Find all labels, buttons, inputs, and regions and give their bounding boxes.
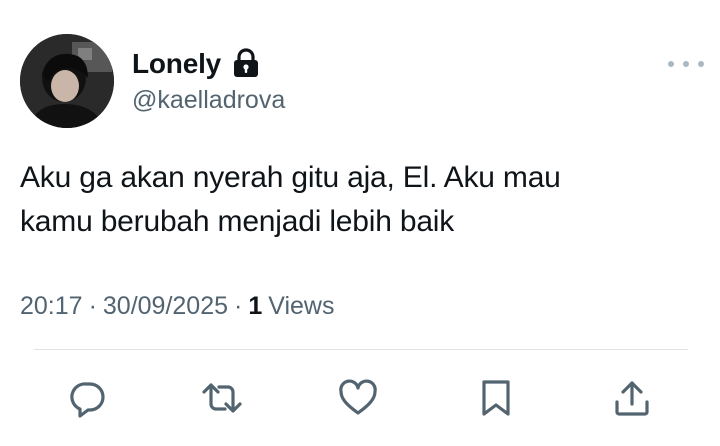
more-dot-icon [668,61,674,67]
tweet-time[interactable]: 20:17 [20,290,83,322]
retweet-button[interactable] [198,372,246,424]
meta-separator: · [88,292,97,320]
more-dot-icon [683,61,689,67]
avatar-photo [20,34,114,128]
display-name-row: Lonely [132,48,261,80]
retweet-icon [202,383,242,413]
reply-icon [70,382,105,418]
views-label: Views [268,292,335,320]
meta-separator: · [234,292,243,320]
divider [34,349,688,350]
bookmark-button[interactable] [472,372,520,424]
reply-button[interactable] [64,372,112,424]
tweet-card: Lonely @kaelladrova Aku ga akan nyerah g… [0,0,720,446]
tweet-text: Aku ga akan nyerah gitu aja, El. Aku mau… [20,161,561,238]
like-button[interactable] [334,372,382,424]
heart-icon [339,379,377,415]
views-count: 1 [248,292,263,320]
bookmark-icon [482,380,510,416]
more-options-button[interactable] [668,56,704,72]
action-bar [0,372,720,424]
share-button[interactable] [608,372,656,424]
tweet-meta: 20:17 · 30/09/2025 · 1 Views [20,290,335,322]
tweet-date[interactable]: 30/09/2025 [103,290,228,322]
avatar[interactable] [20,34,114,128]
user-handle[interactable]: @kaelladrova [132,85,285,115]
more-dot-icon [698,61,704,67]
display-name[interactable]: Lonely [132,48,221,80]
share-icon [615,381,649,416]
lock-icon [231,47,261,79]
